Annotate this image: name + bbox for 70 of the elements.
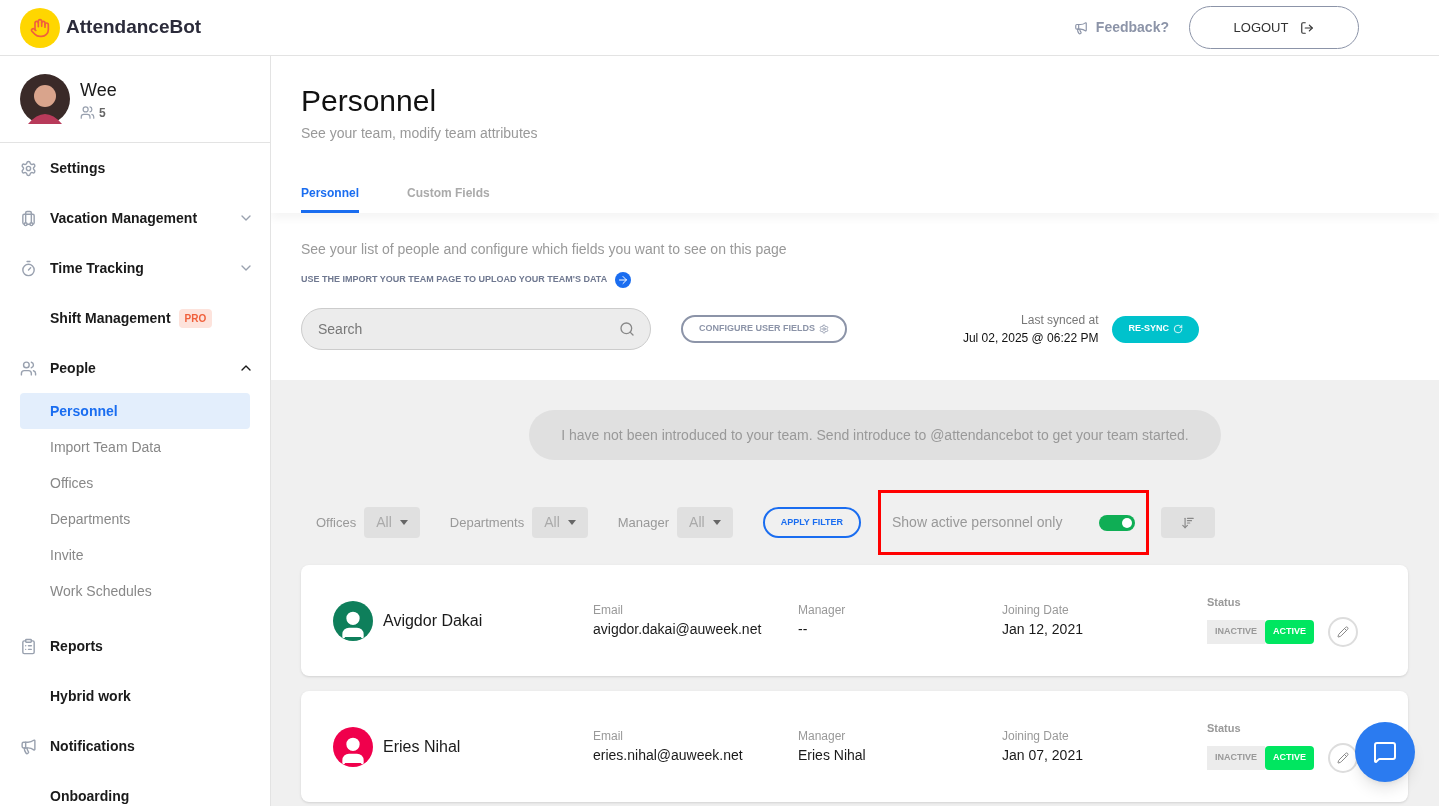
arrow-right-icon[interactable] (615, 272, 632, 288)
tab[interactable]: Custom Fields (407, 184, 490, 213)
notice-banner: I have not been introduced to your team. Send introduce to @attendancebot to get your team started. (529, 410, 1221, 460)
field-label: Manager (798, 728, 847, 745)
last-synced-time: Jul 02, 2025 @ 06:22 PM (962, 330, 1099, 347)
gear-icon (819, 324, 829, 334)
sidebar-item[interactable]: Vacation Management (50, 207, 198, 229)
toggle-label: Show active personnel only (892, 513, 1063, 532)
resync-button[interactable]: RE-SYNC (1112, 315, 1199, 343)
chat-icon (1373, 740, 1397, 764)
field-label: Status (1207, 721, 1242, 737)
import-link[interactable]: USE THE IMPORT YOUR TEAM PAGE TO UPLOAD YOUR TEAM'S DATA (301, 273, 608, 287)
sidebar-item[interactable]: Onboarding (50, 785, 130, 806)
logo-icon (20, 7, 60, 48)
filter-label: Departments (449, 513, 525, 532)
brand-name: AttendanceBot (66, 15, 202, 40)
email-value: avigdor.dakai@auweek.net (593, 620, 763, 639)
field-label: Manager (798, 602, 847, 619)
active-only-switch[interactable] (1099, 514, 1135, 531)
pencil-icon (1337, 625, 1350, 638)
edit-button[interactable] (1328, 616, 1359, 647)
feedback-link[interactable]: Feedback? (1095, 17, 1169, 38)
search-field[interactable]: Search (301, 308, 651, 350)
logout-icon (1300, 20, 1315, 35)
team-count: 5 (99, 104, 106, 122)
sidebar-item[interactable]: Settings (50, 157, 106, 179)
apply-filter-button[interactable]: APPLY FILTER (762, 507, 861, 538)
submenu-item[interactable]: Import Team Data (20, 429, 250, 465)
sidebar-item[interactable]: People (50, 357, 96, 379)
person-name: Eries Nihal (383, 736, 462, 757)
sidebar-item[interactable]: Notifications (50, 735, 135, 757)
submenu-item[interactable]: Offices (20, 465, 250, 501)
submenu-item[interactable]: Personnel (20, 393, 250, 429)
email-value: eries.nihal@auweek.net (593, 746, 744, 765)
pro-badge: PRO (178, 308, 213, 328)
submenu-item[interactable]: Departments (20, 501, 250, 537)
search-icon[interactable] (619, 321, 635, 337)
status-option[interactable]: INACTIVE (1207, 619, 1265, 644)
field-label: Email (593, 602, 624, 619)
filter-label: Offices (316, 513, 357, 532)
sidebar-item[interactable]: Reports (50, 635, 103, 657)
sidebar-item[interactable]: Time Tracking (50, 257, 144, 279)
team-icon (80, 105, 95, 120)
manager-value: Eries Nihal (798, 746, 867, 765)
joining-date: Jan 07, 2021 (1002, 746, 1084, 765)
page-title: Personnel (301, 83, 438, 119)
field-label: Email (593, 728, 624, 745)
sidebar-item[interactable]: Shift Management (50, 307, 171, 329)
user-name: Wee (80, 78, 117, 102)
field-label: Status (1207, 595, 1242, 611)
manager-value: -- (798, 620, 809, 639)
refresh-icon (1173, 324, 1183, 334)
last-synced-label: Last synced at (1021, 312, 1099, 329)
pencil-icon (1337, 751, 1350, 764)
avatar (20, 74, 70, 124)
field-label: Joining Date (1002, 728, 1070, 745)
sort-icon (1181, 515, 1195, 530)
page-subtitle: See your team, modify team attributes (301, 124, 539, 143)
joining-date: Jan 12, 2021 (1002, 620, 1084, 639)
filter-label: Manager (617, 513, 670, 532)
sort-button[interactable] (1161, 507, 1215, 538)
configure-user-fields-button[interactable]: CONFIGURE USER FIELDS (681, 315, 847, 343)
person-name: Avigdor Dakai (383, 610, 484, 631)
field-label: Joining Date (1002, 602, 1070, 619)
status-option[interactable]: INACTIVE (1207, 745, 1265, 770)
megaphone-icon (1073, 20, 1088, 35)
submenu-item[interactable]: Work Schedules (20, 573, 250, 609)
list-description: See your list of people and configure which fields you want to see on this page (301, 240, 788, 259)
sidebar-item[interactable]: Hybrid work (50, 685, 131, 707)
submenu-item[interactable]: Invite (20, 537, 250, 573)
